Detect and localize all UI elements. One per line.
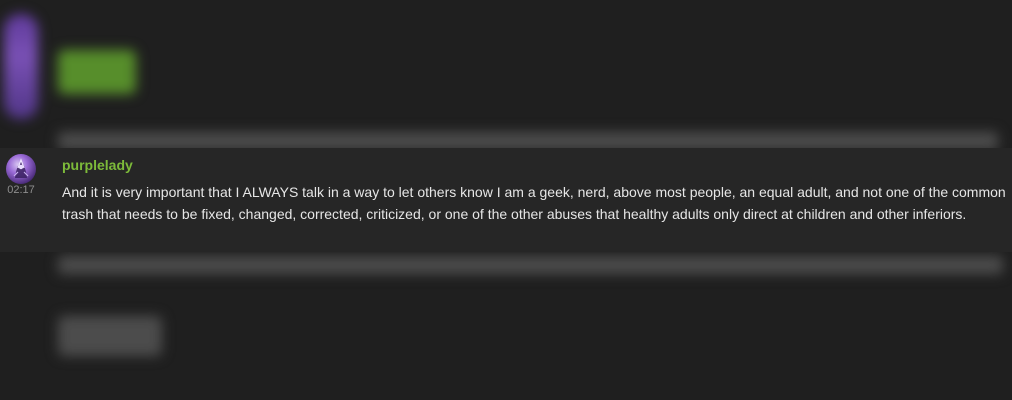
avatar[interactable]	[6, 154, 36, 184]
message-author[interactable]: purplelady	[62, 157, 133, 173]
blurred-avatar	[4, 14, 38, 119]
chat-viewport: 02:17 purplelady And it is very importan…	[0, 0, 1012, 400]
blurred-message-word	[58, 316, 162, 356]
chat-message[interactable]: 02:17 purplelady And it is very importan…	[0, 148, 1012, 252]
blurred-message-line	[58, 256, 1003, 274]
blurred-username	[58, 50, 136, 94]
message-timestamp: 02:17	[7, 184, 35, 196]
purple-character-avatar-icon	[13, 158, 29, 178]
message-content: And it is very important that I ALWAYS t…	[62, 184, 1006, 222]
